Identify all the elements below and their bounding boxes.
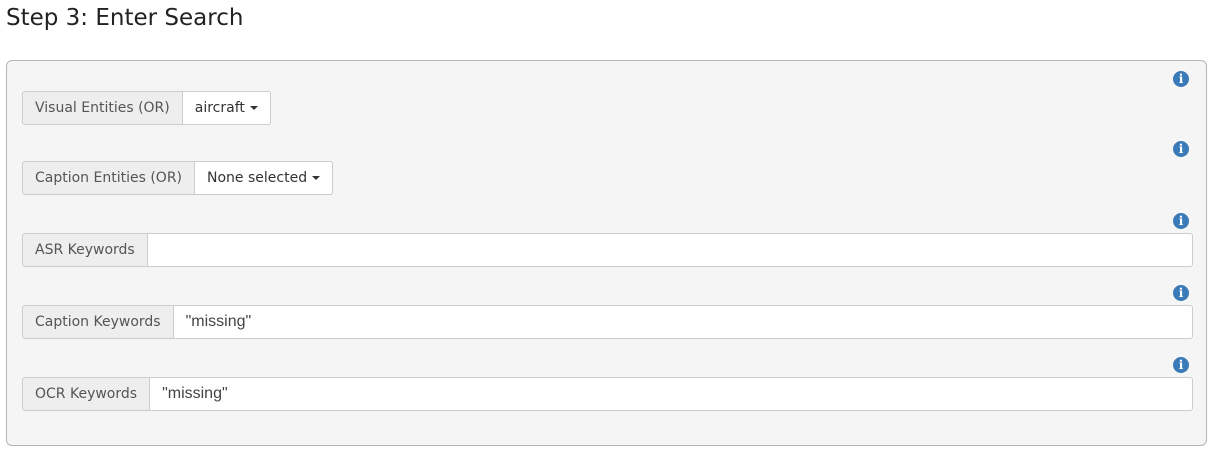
asr-keywords-label: ASR Keywords (22, 233, 148, 267)
info-icon[interactable]: i (1173, 71, 1189, 87)
caption-keywords-group: Caption Keywords "missing" (22, 305, 1193, 339)
asr-keywords-group: ASR Keywords (22, 233, 1193, 267)
caret-down-icon (249, 106, 258, 110)
visual-entities-dropdown[interactable]: aircraft (182, 91, 271, 125)
caption-entities-label: Caption Entities (OR) (22, 161, 196, 195)
info-icon[interactable]: i (1173, 141, 1189, 157)
search-form-panel: i Visual Entities (OR) aircraft i Captio… (6, 60, 1207, 446)
ocr-keywords-label: OCR Keywords (22, 377, 151, 411)
asr-keywords-input[interactable] (147, 233, 1193, 267)
visual-entities-selected: aircraft (194, 100, 245, 116)
visual-entities-label: Visual Entities (OR) (22, 91, 183, 125)
info-icon[interactable]: i (1173, 357, 1189, 373)
caption-keywords-input[interactable]: "missing" (173, 305, 1193, 339)
caption-keywords-label: Caption Keywords (22, 305, 174, 339)
caption-entities-selected: None selected (207, 170, 308, 186)
caption-entities-dropdown[interactable]: None selected (195, 161, 334, 195)
ocr-keywords-group: OCR Keywords "missing" (22, 377, 1193, 411)
ocr-keywords-input[interactable]: "missing" (150, 377, 1193, 411)
info-icon[interactable]: i (1173, 213, 1189, 229)
info-icon[interactable]: i (1173, 285, 1189, 301)
page-title: Step 3: Enter Search (6, 5, 244, 31)
visual-entities-group: Visual Entities (OR) aircraft (22, 91, 271, 125)
caption-entities-group: Caption Entities (OR) None selected (22, 161, 334, 195)
caret-down-icon (312, 176, 321, 180)
